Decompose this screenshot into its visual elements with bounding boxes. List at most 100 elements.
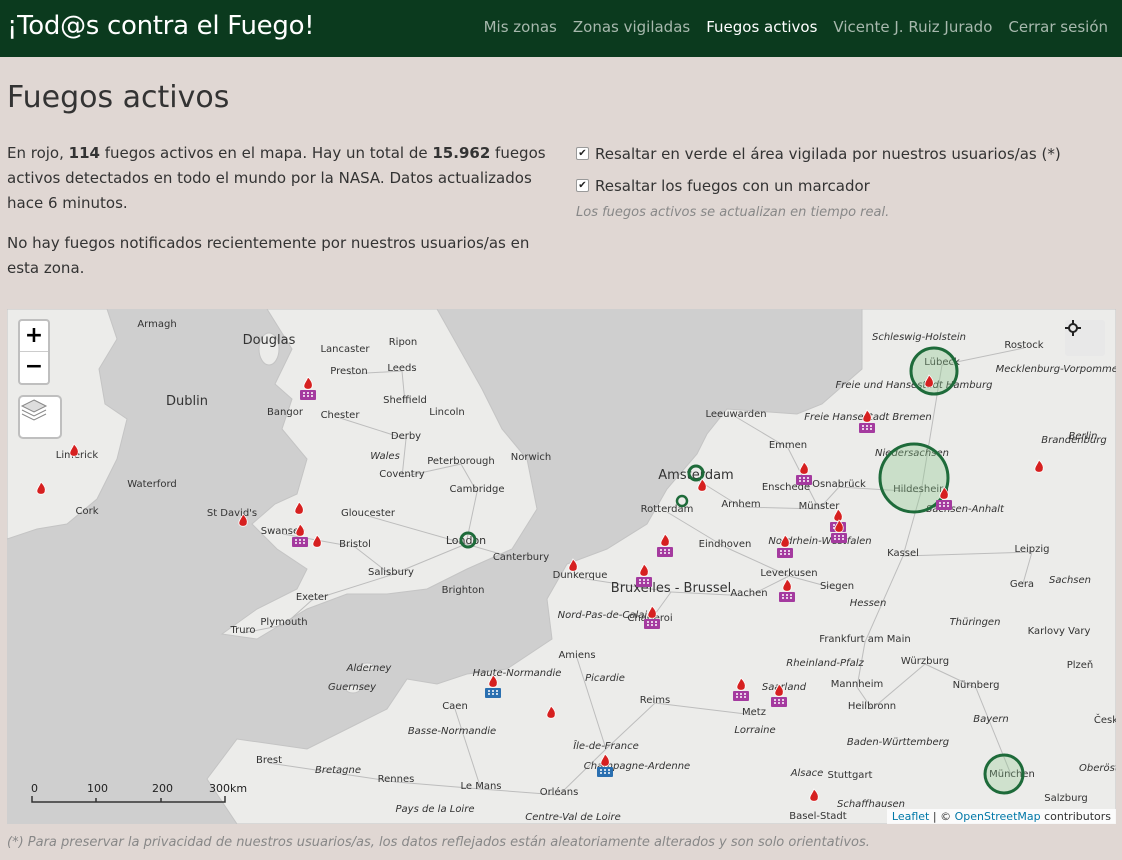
map-place-label: Oberöste [1079, 763, 1116, 774]
map-attribution: Leaflet | © OpenStreetMap contributors [886, 809, 1116, 824]
map-place-label: Leeds [387, 363, 416, 374]
zoom-out-button[interactable]: − [20, 352, 48, 383]
map-place-label: Thüringen [950, 617, 1001, 628]
map-place-label: Reims [640, 695, 670, 706]
nav-link-fuegos-activos[interactable]: Fuegos activos [706, 18, 817, 36]
map-place-label: Leverkusen [760, 568, 817, 579]
map-place-label: Amiens [558, 650, 595, 661]
map-place-label: Heilbronn [848, 701, 896, 712]
map-place-label: Rostock [1004, 340, 1043, 351]
map-place-label: Cambridge [450, 484, 505, 495]
layers-icon [20, 399, 48, 421]
fires-map[interactable]: Armagh Douglas Lancaster Ripon Preston Leeds D… [7, 309, 1116, 824]
map-place-label: Brighton [442, 585, 485, 596]
nav-link-zonas-vigiladas[interactable]: Zonas vigiladas [573, 18, 690, 36]
map-place-label: Mannheim [831, 679, 883, 690]
map-place-label: Norwich [511, 452, 552, 463]
map-place-label: Derby [391, 431, 421, 442]
map-place-label: Schleswig-Holstein [872, 332, 966, 343]
map-place-label: Rennes [378, 774, 415, 785]
map-place-label: Lancaster [320, 344, 370, 355]
scale-line [31, 796, 226, 803]
scale-label-300: 300km [209, 782, 248, 795]
highlight-area-checkbox[interactable]: ✔ [576, 147, 589, 160]
highlight-markers-checkbox[interactable]: ✔ [576, 179, 589, 192]
map-place-label: Česk [1094, 713, 1116, 726]
nav-link-logout[interactable]: Cerrar sesión [1008, 18, 1108, 36]
map-place-label: Plzeň [1067, 659, 1094, 671]
map-place-label: Douglas [243, 333, 296, 348]
privacy-footnote: (*) Para preservar la privacidad de nues… [7, 835, 870, 850]
zoom-control: + − [18, 319, 50, 385]
map-place-label: St David's [207, 508, 257, 519]
osm-link[interactable]: OpenStreetMap [955, 810, 1041, 823]
highlight-area-option[interactable]: ✔ Resaltar en verde el área vigilada por… [576, 141, 1116, 166]
map-place-label: Salzburg [1044, 793, 1087, 804]
total-fires-count: 15.962 [432, 144, 491, 162]
map-place-label: Baden-Württemberg [847, 737, 949, 748]
map-place-label: Gera [1010, 579, 1034, 590]
map-place-label: Bangor [267, 407, 304, 418]
nav-link-user-profile[interactable]: Vicente J. Ruiz Jurado [833, 18, 992, 36]
map-place-label: Haute-Normandie [473, 668, 562, 679]
map-tiles[interactable]: Armagh Douglas Lancaster Ripon Preston Leeds D… [7, 309, 1116, 824]
map-place-label: Salisbury [368, 567, 414, 578]
map-place-label: Saarland [762, 682, 807, 693]
nav-link-mis-zonas[interactable]: Mis zonas [484, 18, 557, 36]
zoom-in-button[interactable]: + [20, 321, 48, 352]
map-place-label: Lincoln [429, 407, 464, 418]
map-place-label: Orléans [540, 786, 579, 798]
map-place-label: Karlovy Vary [1028, 626, 1091, 637]
map-place-label: Truro [229, 625, 255, 636]
map-place-label: Bruxelles - Brussel [611, 581, 731, 596]
map-place-label: London [446, 534, 486, 547]
highlight-area-label[interactable]: Resaltar en verde el área vigilada por n… [595, 145, 1061, 163]
map-place-label: Basel-Stadt [789, 811, 846, 822]
scale-label-200: 200 [152, 782, 173, 795]
map-place-label: Eindhoven [699, 539, 752, 550]
brand-logo[interactable]: ¡Tod@s contra el Fuego! [7, 11, 315, 41]
map-place-label: Bayern [973, 714, 1009, 725]
map-place-label: Siegen [820, 581, 854, 592]
highlight-markers-label[interactable]: Resaltar los fuegos con un marcador [595, 177, 870, 195]
map-place-label: Metz [742, 707, 766, 718]
user-reports-notice: No hay fuegos notificados recientemente … [7, 234, 530, 277]
map-place-label: Pays de la Loire [396, 804, 475, 815]
map-place-label: Lorraine [734, 725, 775, 736]
map-place-label: Bretagne [315, 765, 361, 776]
map-place-label: Picardie [585, 673, 625, 684]
map-place-label: Stuttgart [828, 770, 873, 781]
locate-button[interactable] [1065, 320, 1105, 356]
map-place-label: Emmen [769, 440, 807, 451]
map-place-label: Exeter [296, 592, 329, 603]
map-place-label: Gloucester [341, 508, 396, 519]
leaflet-link[interactable]: Leaflet [892, 810, 929, 823]
map-place-label: Sheffield [383, 395, 427, 406]
map-place-label: Peterborough [427, 456, 495, 467]
map-place-label: Nürnberg [953, 680, 1000, 691]
map-place-label: Waterford [127, 479, 176, 490]
map-place-label: Caen [442, 701, 468, 712]
map-place-label: Coventry [379, 469, 425, 480]
map-place-label: Canterbury [493, 552, 549, 563]
map-place-label: Arnhem [721, 499, 760, 510]
map-place-label: Île-de-France [573, 739, 639, 752]
map-place-label: Alsace [790, 768, 824, 779]
map-place-label: Bristol [339, 539, 371, 550]
map-place-label: Cork [75, 506, 98, 517]
crosshair-icon [1065, 320, 1081, 336]
fires-summary: En rojo, 114 fuegos activos en el mapa. … [7, 144, 546, 212]
map-place-label: Osnabrück [812, 479, 866, 490]
map-place-label: Rheinland-Pfalz [786, 658, 864, 669]
navbar: ¡Tod@s contra el Fuego! Mis zonas Zonas … [0, 0, 1122, 57]
map-place-label: Brest [256, 755, 282, 766]
map-place-label: Sachsen [1049, 575, 1091, 586]
intro-text: En rojo, 114 fuegos activos en el mapa. … [7, 141, 547, 296]
realtime-note: Los fuegos activos se actualizan en tiem… [576, 205, 890, 220]
nav-links: Mis zonas Zonas vigiladas Fuegos activos… [484, 18, 1108, 36]
map-place-label: Frankfurt am Main [819, 634, 910, 645]
map-place-label: Nord-Pas-de-Calais [558, 610, 653, 621]
layers-button[interactable] [18, 395, 62, 439]
map-place-label: Mecklenburg-Vorpommern [996, 364, 1116, 375]
highlight-markers-option[interactable]: ✔ Resaltar los fuegos con un marcador [576, 173, 1116, 198]
